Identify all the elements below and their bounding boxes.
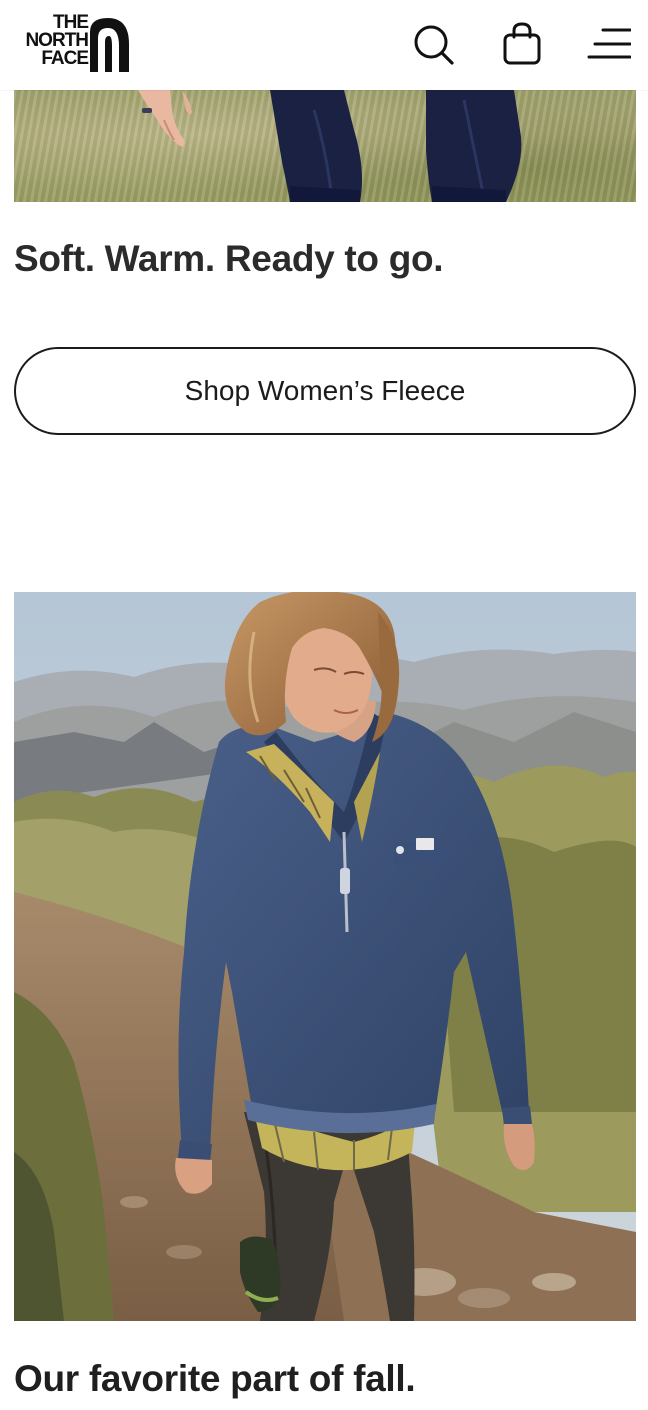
the-north-face-logo[interactable]: THE NORTH FACE	[12, 13, 132, 72]
hiker-photo	[14, 592, 636, 1321]
walker-figure	[138, 90, 522, 202]
shop-womens-fleece-button[interactable]: Shop Women’s Fleece	[14, 347, 636, 435]
section-heading-soft-warm: Soft. Warm. Ready to go.	[14, 238, 444, 279]
section-heading-favorite-fall: Our favorite part of fall.	[14, 1358, 416, 1399]
logo-wordmark: THE NORTH FACE	[12, 13, 89, 69]
half-dome-icon	[90, 18, 129, 72]
menu-icon[interactable]	[587, 22, 631, 66]
fleece-hero-image-women[interactable]	[14, 90, 636, 202]
logo-line-3: FACE	[41, 48, 89, 69]
search-icon[interactable]	[411, 22, 455, 66]
page: THE NORTH FACE Soft. Warm. Ready to go. …	[0, 0, 648, 1410]
fleece-hero-image-men[interactable]	[14, 592, 636, 1321]
shopping-bag-icon[interactable]	[500, 22, 544, 66]
site-header: THE NORTH FACE	[0, 0, 648, 90]
